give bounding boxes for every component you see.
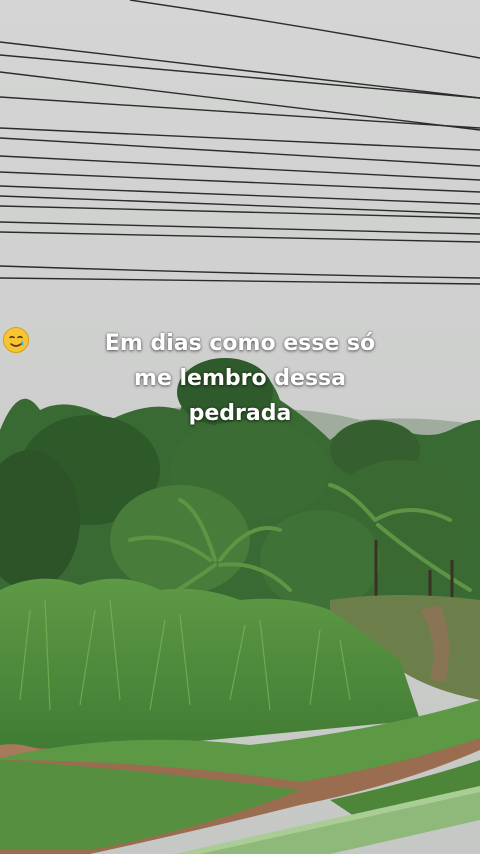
caption: Em dias como esse só me lembro dessa ped… (0, 326, 480, 431)
smiling-face-with-tear-icon (3, 327, 29, 353)
caption-line-2: me lembro dessa (134, 366, 346, 391)
caption-line-1: Em dias como esse só (104, 331, 376, 356)
caption-line-3: pedrada (188, 401, 292, 426)
photo-scene: Em dias como esse só me lembro dessa ped… (0, 0, 480, 854)
